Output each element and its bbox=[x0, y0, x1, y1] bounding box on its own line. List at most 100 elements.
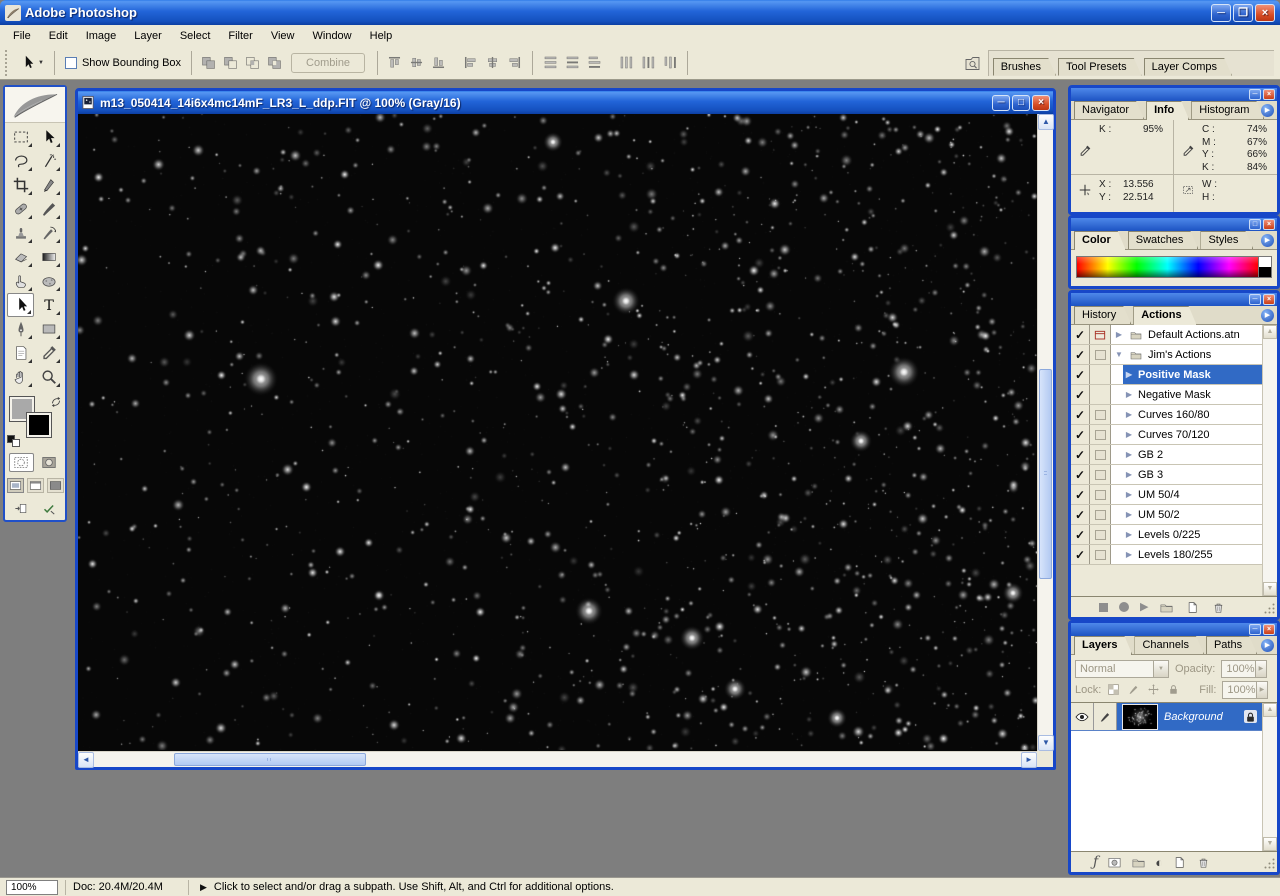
crop-tool[interactable] bbox=[7, 173, 34, 197]
action-dialog-toggle[interactable] bbox=[1090, 345, 1111, 364]
blend-mode-select[interactable]: Normal ▼ bbox=[1075, 659, 1169, 678]
action-dialog-toggle[interactable] bbox=[1090, 385, 1111, 404]
palette-well-tab-brushes[interactable]: Brushes bbox=[993, 58, 1056, 76]
window-minimize-button[interactable]: ─ bbox=[1211, 3, 1231, 22]
window-close-button[interactable]: × bbox=[1255, 3, 1275, 22]
action-dialog-toggle[interactable] bbox=[1090, 365, 1111, 384]
slice-tool[interactable] bbox=[35, 173, 62, 197]
fullscreen-menubar-mode-button[interactable] bbox=[26, 478, 44, 493]
white-swatch[interactable] bbox=[1259, 257, 1271, 267]
scroll-up-button[interactable]: ▲ bbox=[1263, 325, 1277, 339]
opacity-field[interactable]: 100% ▶ bbox=[1221, 659, 1268, 678]
menu-image[interactable]: Image bbox=[77, 27, 126, 45]
align-horizontal-centers-button[interactable] bbox=[482, 52, 503, 73]
layer-thumbnail[interactable] bbox=[1122, 703, 1158, 730]
horizontal-scrollbar[interactable]: ◄ ► bbox=[78, 751, 1037, 768]
menu-edit[interactable]: Edit bbox=[40, 27, 77, 45]
action-toggle-checkbox[interactable]: ✓ bbox=[1071, 525, 1090, 544]
action-toggle-checkbox[interactable]: ✓ bbox=[1071, 385, 1090, 404]
expand-arrow-icon[interactable]: ▶ bbox=[1124, 450, 1134, 459]
gradient-tool[interactable] bbox=[35, 245, 62, 269]
tab-channels[interactable]: Channels bbox=[1134, 636, 1203, 654]
actions-scrollbar[interactable]: ▲ ▼ bbox=[1262, 325, 1277, 596]
fullscreen-mode-button[interactable] bbox=[46, 478, 64, 493]
menu-layer[interactable]: Layer bbox=[125, 27, 171, 45]
move-tool[interactable] bbox=[35, 125, 62, 149]
pen-tool[interactable] bbox=[7, 317, 34, 341]
fill-field[interactable]: 100% ▶ bbox=[1222, 680, 1269, 699]
stop-recording-button[interactable] bbox=[1099, 602, 1108, 612]
palette-drag-strip[interactable]: ─ × bbox=[1071, 293, 1277, 306]
layer-visibility-toggle[interactable] bbox=[1071, 703, 1094, 730]
menu-filter[interactable]: Filter bbox=[219, 27, 261, 45]
tab-actions[interactable]: Actions bbox=[1133, 306, 1196, 325]
lock-all-button[interactable] bbox=[1165, 682, 1181, 698]
action-um-50-4[interactable]: ▶ UM 50/4 bbox=[1123, 485, 1262, 504]
action-dialog-toggle[interactable] bbox=[1090, 465, 1111, 484]
action-toggle-checkbox[interactable]: ✓ bbox=[1071, 365, 1090, 384]
scroll-right-button[interactable]: ► bbox=[1021, 752, 1037, 768]
intersect-shape-areas-button[interactable] bbox=[242, 52, 263, 73]
black-swatch[interactable] bbox=[1259, 267, 1271, 277]
lock-pixels-button[interactable] bbox=[1125, 682, 1141, 698]
expand-arrow-icon[interactable]: ▶ bbox=[1124, 410, 1134, 419]
resize-grip[interactable] bbox=[1037, 751, 1053, 767]
swap-colors-icon[interactable] bbox=[49, 395, 63, 409]
action-dialog-toggle[interactable] bbox=[1090, 405, 1111, 424]
history-brush-tool[interactable] bbox=[35, 221, 62, 245]
lasso-tool[interactable] bbox=[7, 149, 34, 173]
palette-minimize-button[interactable]: ─ bbox=[1249, 294, 1261, 305]
palette-close-button[interactable]: × bbox=[1263, 624, 1275, 635]
palette-minimize-button[interactable]: ─ bbox=[1249, 624, 1261, 635]
standard-screen-mode-button[interactable] bbox=[6, 478, 24, 493]
align-left-edges-button[interactable] bbox=[460, 52, 481, 73]
layers-scrollbar[interactable]: ▲ ▼ bbox=[1262, 703, 1277, 851]
status-arrow-icon[interactable]: ▶ bbox=[200, 882, 207, 893]
checkbox-box[interactable] bbox=[64, 56, 77, 69]
action-levels-0-225[interactable]: ▶ Levels 0/225 bbox=[1123, 525, 1262, 544]
palette-close-button[interactable]: × bbox=[1263, 89, 1275, 100]
tab-layers[interactable]: Layers bbox=[1074, 636, 1132, 655]
align-right-edges-button[interactable] bbox=[504, 52, 525, 73]
action-toggle-checkbox[interactable]: ✓ bbox=[1071, 545, 1090, 564]
action-gb-2[interactable]: ▶ GB 2 bbox=[1123, 445, 1262, 464]
preset-check-button[interactable] bbox=[37, 499, 62, 518]
action-positive-mask[interactable]: ▶ Positive Mask bbox=[1123, 365, 1262, 384]
document-canvas[interactable] bbox=[78, 114, 1037, 750]
adjustment-layer-button[interactable]: ◐ bbox=[1155, 856, 1163, 869]
expand-arrow-icon[interactable]: ▶ bbox=[1124, 530, 1134, 539]
align-bottom-edges-button[interactable] bbox=[428, 52, 449, 73]
palette-menu-button[interactable]: ▶ bbox=[1261, 639, 1274, 652]
palette-menu-button[interactable]: ▶ bbox=[1261, 309, 1274, 322]
doc-size-info[interactable]: Doc: 20.4M/20.4M bbox=[73, 881, 181, 893]
expand-arrow-icon[interactable]: ▶ bbox=[1124, 550, 1134, 559]
exclude-overlapping-shape-areas-button[interactable] bbox=[264, 52, 285, 73]
title-bar[interactable]: Adobe Photoshop ─ ❐ × bbox=[0, 0, 1280, 25]
action-um-50-2[interactable]: ▶ UM 50/2 bbox=[1123, 505, 1262, 524]
action-curves-160-80[interactable]: ▶ Curves 160/80 bbox=[1123, 405, 1262, 424]
path-selection-tool[interactable] bbox=[7, 293, 34, 317]
expand-arrow-icon[interactable]: ▶ bbox=[1114, 330, 1124, 339]
standard-mode-button[interactable] bbox=[8, 453, 34, 472]
tab-paths[interactable]: Paths bbox=[1206, 636, 1257, 654]
scroll-left-button[interactable]: ◄ bbox=[78, 752, 94, 768]
vertical-scrollbar[interactable]: ▲ ▼ bbox=[1037, 114, 1054, 751]
action-set-jim-s-actions[interactable]: ▼ Jim's Actions bbox=[1113, 345, 1262, 364]
palette-well-tab-layer-comps[interactable]: Layer Comps bbox=[1144, 58, 1232, 76]
action-set-default-actions-atn[interactable]: ▶ Default Actions.atn bbox=[1113, 325, 1262, 344]
delete-layer-button[interactable] bbox=[1196, 855, 1211, 870]
type-tool[interactable]: T bbox=[35, 293, 62, 317]
palette-resize-grip[interactable] bbox=[1263, 602, 1276, 615]
action-dialog-toggle[interactable] bbox=[1090, 525, 1111, 544]
lock-transparency-button[interactable] bbox=[1105, 682, 1121, 698]
eyedropper-icon[interactable] bbox=[1181, 144, 1195, 158]
action-dialog-toggle[interactable] bbox=[1090, 505, 1111, 524]
options-bar-grip[interactable] bbox=[5, 49, 10, 76]
expand-arrow-icon[interactable]: ▶ bbox=[1124, 490, 1134, 499]
action-dialog-toggle[interactable] bbox=[1090, 545, 1111, 564]
horizontal-scroll-thumb[interactable] bbox=[173, 753, 366, 766]
crosshair-icon[interactable] bbox=[1078, 183, 1092, 197]
subtract-from-shape-area-button[interactable] bbox=[220, 52, 241, 73]
file-browser-icon[interactable] bbox=[962, 53, 982, 73]
current-tool-button[interactable]: ▼ bbox=[15, 52, 48, 73]
